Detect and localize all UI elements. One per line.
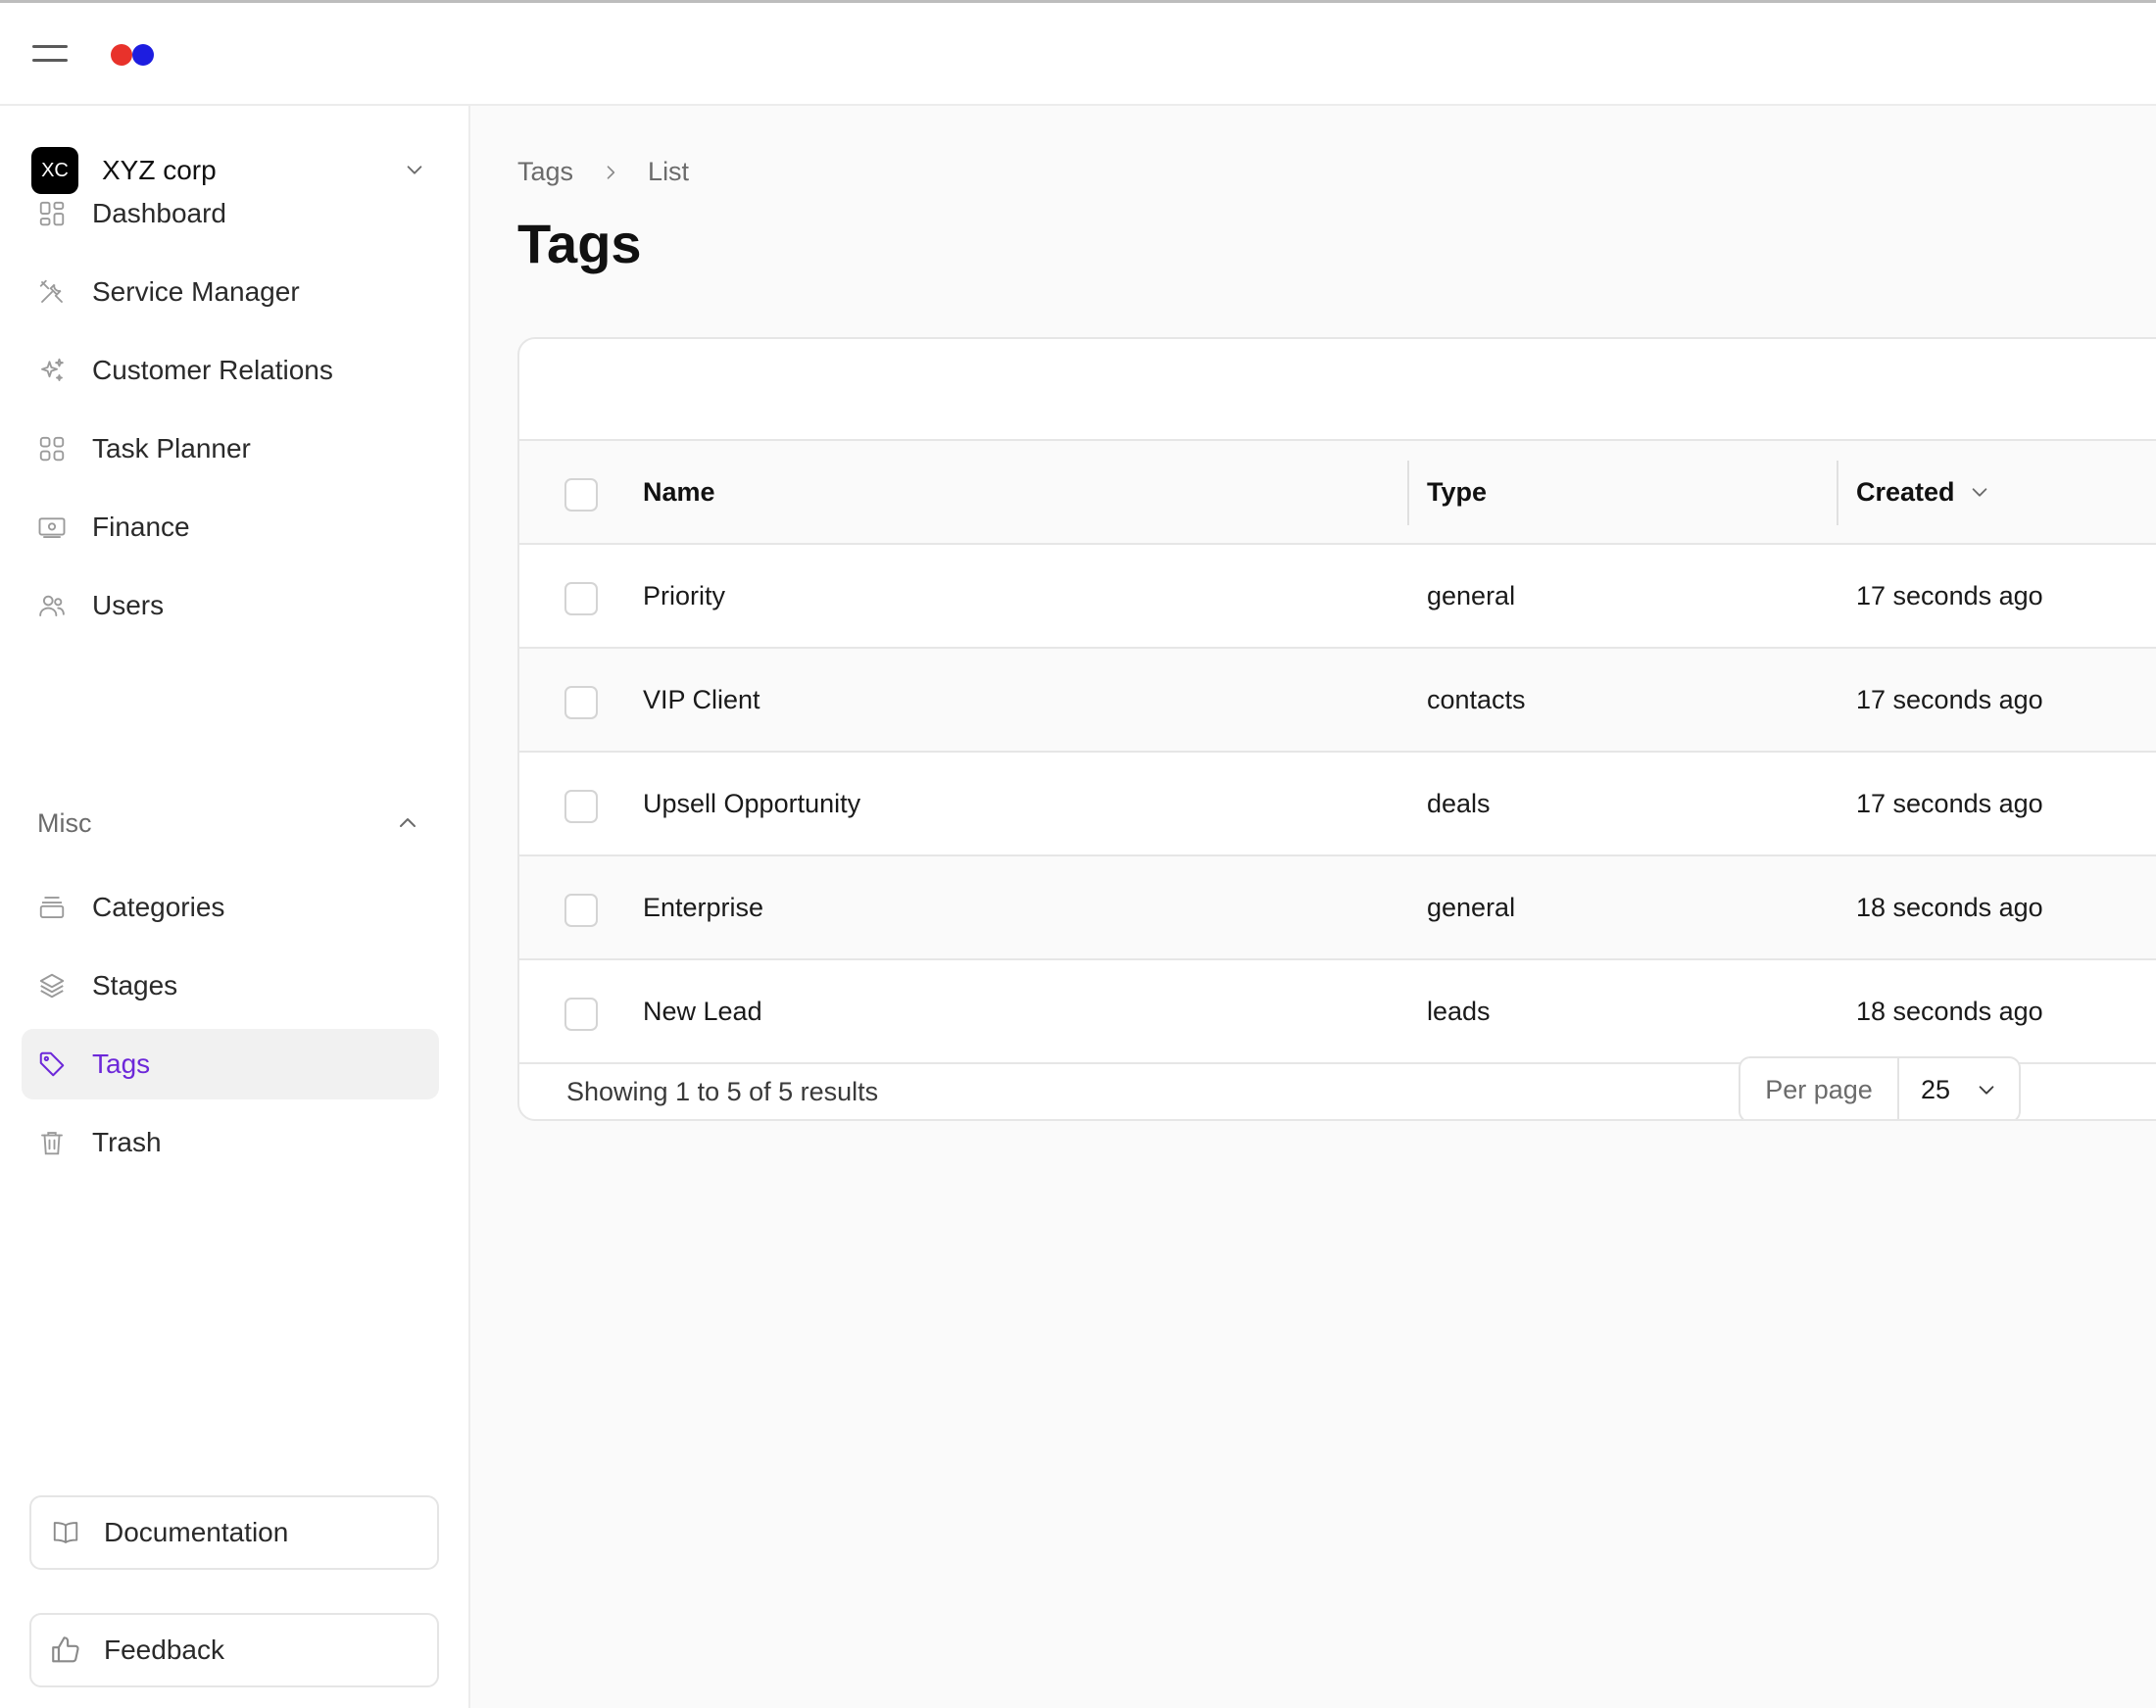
- layers-icon: [37, 971, 67, 1000]
- page-title: Tags: [517, 213, 642, 274]
- grid-icon: [37, 434, 67, 464]
- cell-type: deals: [1427, 788, 1491, 818]
- cell-created: 17 seconds ago: [1856, 684, 2043, 714]
- cell-name: VIP Client: [643, 684, 760, 714]
- row-checkbox[interactable]: [564, 582, 598, 615]
- per-page-dropdown[interactable]: 25: [1899, 1075, 2019, 1105]
- sidebar-item-label: Categories: [92, 892, 225, 922]
- breadcrumb-tags-link[interactable]: Tags: [517, 157, 573, 187]
- table-row[interactable]: VIP Client contacts 17 seconds ago: [519, 649, 2156, 753]
- sidebar-item-dashboard[interactable]: Dashboard: [22, 178, 439, 249]
- row-checkbox[interactable]: [564, 686, 598, 719]
- sidebar-item-task-planner[interactable]: Task Planner: [22, 414, 439, 484]
- row-checkbox[interactable]: [564, 894, 598, 927]
- chevron-right-icon: [607, 165, 615, 179]
- sidebar-item-label: Trash: [92, 1127, 162, 1157]
- table-row[interactable]: New Lead leads 18 seconds ago: [519, 960, 2156, 1064]
- cell-type: contacts: [1427, 684, 1526, 714]
- chevron-up-icon: [400, 818, 416, 827]
- sidebar-item-label: Dashboard: [92, 198, 226, 228]
- table-row[interactable]: Priority general 17 seconds ago: [519, 545, 2156, 649]
- cell-name: Upsell Opportunity: [643, 788, 861, 818]
- cell-name: New Lead: [643, 996, 762, 1026]
- table-footer: Showing 1 to 5 of 5 results Per page 25: [519, 1056, 2156, 1119]
- sidebar-item-finance[interactable]: Finance: [22, 492, 439, 562]
- sort-chevron-down-icon: [1972, 488, 1986, 497]
- misc-nav: Categories Stages Tags Trash: [22, 872, 439, 1186]
- sidebar-item-label: Stages: [92, 970, 178, 1000]
- sidebar-item-label: Service Manager: [92, 276, 300, 307]
- cell-type: general: [1427, 580, 1516, 610]
- users-icon: [37, 591, 67, 620]
- feedback-label: Feedback: [104, 1635, 224, 1665]
- main-nav: Dashboard Service Manager Customer Relat…: [22, 178, 439, 649]
- cell-name: Enterprise: [643, 892, 764, 922]
- thumbs-up-icon: [49, 1634, 82, 1667]
- pagination-summary: Showing 1 to 5 of 5 results: [566, 1076, 879, 1106]
- sparkles-icon: [37, 356, 67, 385]
- per-page-value: 25: [1921, 1074, 1951, 1104]
- table-header: Name Type Created: [519, 441, 2156, 545]
- table-row[interactable]: Upsell Opportunity deals 17 seconds ago: [519, 753, 2156, 856]
- select-all-checkbox[interactable]: [564, 478, 598, 512]
- logo-dot-blue: [132, 44, 154, 66]
- chevron-down-icon: [407, 166, 422, 174]
- cell-type: leads: [1427, 996, 1491, 1026]
- per-page-select: Per page 25: [1739, 1056, 2021, 1119]
- column-header-created[interactable]: Created: [1856, 441, 1990, 543]
- book-icon: [49, 1516, 82, 1549]
- sidebar-item-label: Finance: [92, 512, 190, 542]
- menu-icon[interactable]: [32, 42, 70, 64]
- column-header-name[interactable]: Name: [643, 441, 715, 543]
- sidebar-item-tags[interactable]: Tags: [22, 1029, 439, 1099]
- table-toolbar: [519, 339, 2156, 441]
- main-content: Tags List Tags Name Type Created Priorit…: [470, 106, 2156, 1708]
- cell-created: 18 seconds ago: [1856, 996, 2043, 1026]
- tools-icon: [37, 277, 67, 307]
- documentation-button[interactable]: Documentation: [29, 1495, 439, 1570]
- sidebar-item-categories[interactable]: Categories: [22, 872, 439, 943]
- sidebar-item-label: Tags: [92, 1049, 151, 1079]
- row-checkbox[interactable]: [564, 998, 598, 1031]
- sidebar: XC XYZ corp Dashboard Service Manager Cu…: [0, 106, 470, 1708]
- dashboard-icon: [37, 199, 67, 228]
- logo-dot-red: [111, 44, 132, 66]
- app-logo[interactable]: [111, 44, 156, 66]
- cell-created: 17 seconds ago: [1856, 788, 2043, 818]
- trash-icon: [37, 1128, 67, 1157]
- breadcrumb: Tags List: [517, 157, 689, 187]
- sidebar-item-label: Users: [92, 590, 165, 620]
- archive-icon: [37, 893, 67, 922]
- sidebar-item-label: Task Planner: [92, 433, 251, 464]
- cell-created: 17 seconds ago: [1856, 580, 2043, 610]
- column-header-created-label: Created: [1856, 476, 1955, 507]
- misc-section-label: Misc: [37, 807, 92, 838]
- tag-icon: [37, 1049, 67, 1079]
- cell-name: Priority: [643, 580, 726, 610]
- table-row[interactable]: Enterprise general 18 seconds ago: [519, 856, 2156, 960]
- row-checkbox[interactable]: [564, 790, 598, 823]
- sidebar-item-customer-relations[interactable]: Customer Relations: [22, 335, 439, 406]
- column-divider: [1837, 461, 1838, 525]
- top-bar: [0, 0, 2156, 106]
- column-divider: [1407, 461, 1409, 525]
- breadcrumb-current: List: [648, 157, 690, 186]
- chevron-down-icon: [1979, 1086, 1994, 1095]
- cell-created: 18 seconds ago: [1856, 892, 2043, 922]
- documentation-label: Documentation: [104, 1517, 289, 1547]
- sidebar-item-label: Customer Relations: [92, 355, 333, 385]
- tags-table-card: Name Type Created Priority general 17 se…: [517, 337, 2156, 1121]
- column-header-type[interactable]: Type: [1427, 441, 1487, 543]
- cell-type: general: [1427, 892, 1516, 922]
- sidebar-item-trash[interactable]: Trash: [22, 1107, 439, 1178]
- sidebar-item-users[interactable]: Users: [22, 570, 439, 641]
- feedback-button[interactable]: Feedback: [29, 1613, 439, 1687]
- misc-section-toggle[interactable]: Misc: [37, 804, 419, 843]
- sidebar-item-service-manager[interactable]: Service Manager: [22, 257, 439, 327]
- per-page-label: Per page: [1740, 1058, 1899, 1119]
- banknote-icon: [37, 512, 67, 542]
- sidebar-item-stages[interactable]: Stages: [22, 951, 439, 1021]
